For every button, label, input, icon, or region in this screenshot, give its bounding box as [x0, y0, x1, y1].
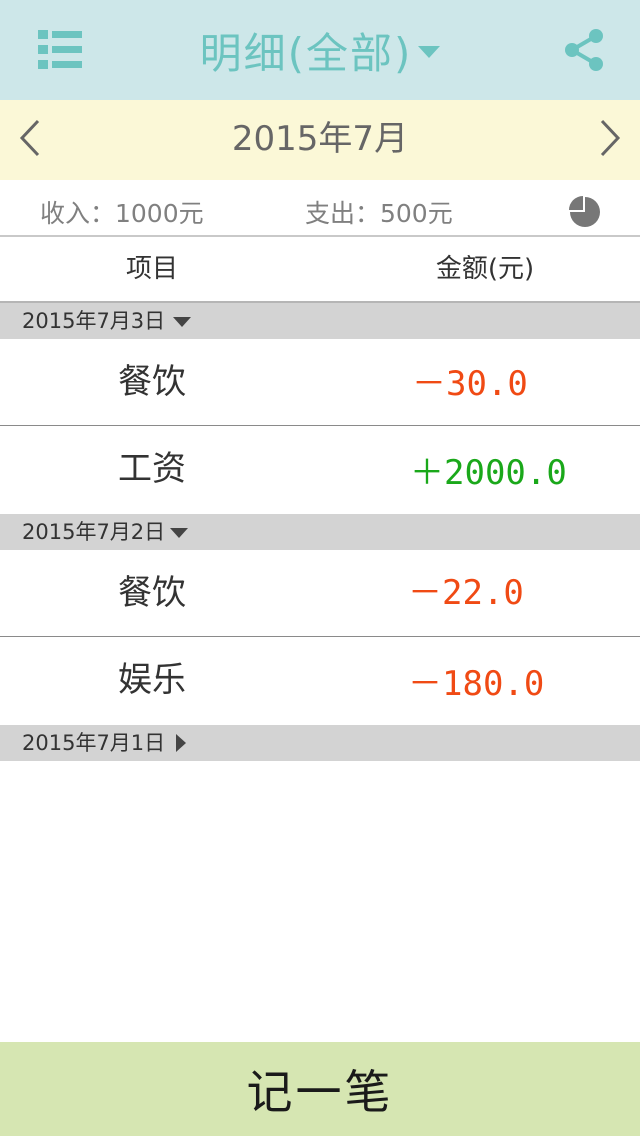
date-group-header[interactable]: 2015年7月2日 [0, 514, 640, 550]
pie-chart-icon[interactable] [568, 195, 602, 229]
expense-total: 支出：500元 [305, 199, 453, 228]
caret-down-icon [173, 317, 191, 327]
entry-category: 工资 [118, 449, 186, 489]
entry-category: 餐饮 [118, 573, 186, 613]
column-header-item: 项目 [125, 254, 178, 284]
date-group-label: 2015年7月1日 [22, 731, 166, 755]
date-group-label: 2015年7月3日 [22, 309, 166, 333]
date-group-header[interactable]: 2015年7月1日 [0, 725, 640, 761]
entry-category: 娱乐 [118, 660, 186, 700]
add-record-button[interactable]: 记一笔 [0, 1042, 640, 1136]
add-record-label: 记一笔 [246, 1065, 394, 1119]
caret-down-icon [170, 528, 188, 538]
date-group-label: 2015年7月2日 [22, 520, 166, 544]
list-item[interactable]: 餐饮 －22.0 [0, 550, 640, 636]
caret-right-icon [176, 734, 186, 752]
current-month-label: 2015年7月 [231, 119, 409, 159]
list-item[interactable]: 餐饮 －30.0 [0, 339, 640, 425]
filter-title-dropdown[interactable]: 明细(全部) [0, 22, 640, 78]
entry-amount: －30.0 [412, 364, 528, 404]
list-item[interactable]: 娱乐 －180.0 [0, 637, 640, 724]
page-title: 明细(全部) [199, 28, 413, 78]
list-item[interactable]: 工资 ＋2000.0 [0, 426, 640, 513]
date-group-header[interactable]: 2015年7月3日 [0, 303, 640, 339]
share-icon[interactable] [562, 28, 608, 72]
income-total: 收入：1000元 [40, 199, 204, 228]
chevron-right-icon[interactable] [590, 118, 626, 158]
entry-amount: ＋2000.0 [410, 453, 567, 493]
caret-down-icon [418, 46, 441, 58]
entry-amount: －22.0 [408, 573, 524, 613]
entry-category: 餐饮 [118, 362, 186, 402]
column-header-amount: 金额(元) [435, 254, 535, 284]
entry-amount: －180.0 [408, 664, 545, 704]
